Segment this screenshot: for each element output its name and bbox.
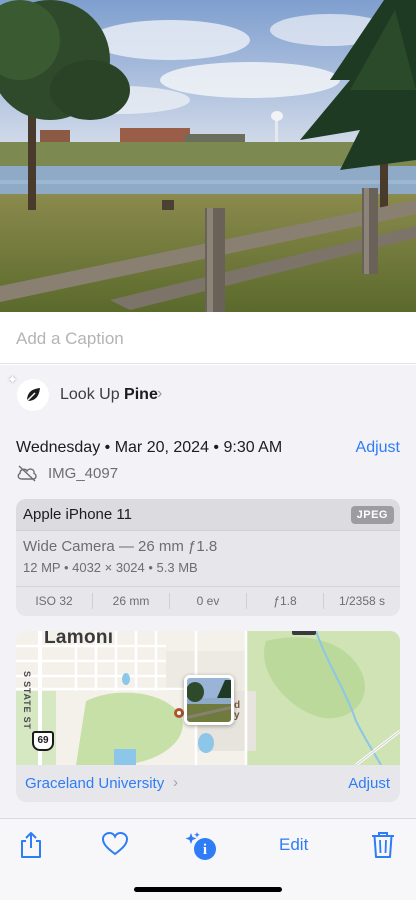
map-photo-pin[interactable] (184, 675, 234, 725)
leaf-icon (17, 379, 49, 411)
info-sparkle-icon: i (185, 832, 216, 860)
exif-aperture: ƒ1.8 (247, 593, 324, 609)
exif-row: ISO 32 26 mm 0 ev ƒ1.8 1/2358 s (16, 587, 400, 615)
adjust-location-button[interactable]: Adjust (348, 775, 390, 792)
location-map[interactable]: Lamoni S STATE ST 69 dy (16, 631, 400, 765)
file-name: IMG_4097 (48, 464, 119, 482)
info-button[interactable]: i (185, 831, 219, 861)
caption-input[interactable] (16, 326, 400, 352)
home-indicator (134, 887, 282, 892)
map-town-label: Lamoni (44, 631, 114, 648)
bottom-toolbar: i Edit (0, 818, 416, 900)
share-icon (21, 832, 41, 858)
look-up-button[interactable]: ✦ Look Up Pine › (0, 372, 416, 418)
look-up-label: Look Up Pine (60, 386, 158, 404)
cloud-slash-icon (16, 464, 38, 482)
map-poi-label: dy (234, 701, 240, 721)
image-specs: 12 MP • 4032 × 3024 • 5.3 MB (23, 560, 198, 575)
exif-focal-length: 26 mm (93, 593, 170, 609)
favorite-button[interactable] (101, 831, 129, 857)
device-header: Apple iPhone 11 JPEG (16, 499, 400, 531)
exif-exposure: 0 ev (170, 593, 247, 609)
location-link[interactable]: Graceland University (25, 775, 164, 792)
location-footer: Graceland University › Adjust (16, 765, 400, 802)
look-up-subject: Pine (124, 386, 158, 403)
location-card: Lamoni S STATE ST 69 dy Graceland Univer… (16, 631, 400, 802)
delete-button[interactable] (371, 831, 395, 859)
edit-button[interactable]: Edit (279, 835, 308, 855)
device-name: Apple iPhone 11 (23, 506, 132, 523)
look-up-prefix: Look Up (60, 386, 120, 403)
highway-shield: 69 (32, 731, 54, 751)
chevron-right-icon: › (173, 774, 178, 791)
file-info: IMG_4097 (16, 462, 118, 484)
caption-area (0, 312, 416, 364)
lens-description: Wide Camera — 26 mm ƒ1.8 (23, 538, 218, 555)
adjust-date-button[interactable]: Adjust (356, 439, 400, 457)
exif-shutter: 1/2358 s (338, 594, 386, 608)
trash-icon (372, 832, 394, 858)
svg-text:i: i (203, 842, 207, 858)
lens-info: Wide Camera — 26 mm ƒ1.8 12 MP • 4032 × … (16, 531, 400, 587)
heart-icon (101, 831, 129, 856)
chevron-right-icon: › (157, 385, 163, 402)
map-street-label: S STATE ST (22, 671, 32, 730)
photo-preview[interactable] (0, 0, 416, 312)
sparkle-icon: ✦ (7, 372, 18, 387)
share-button[interactable] (18, 831, 44, 859)
capture-date: Wednesday • Mar 20, 2024 • 9:30 AM (16, 439, 283, 456)
exif-iso: ISO 32 (16, 593, 93, 609)
format-badge: JPEG (350, 505, 394, 524)
map-poi-line-2: y (234, 710, 240, 721)
camera-info-card: Apple iPhone 11 JPEG Wide Camera — 26 mm… (16, 499, 400, 616)
landscape-photo (0, 0, 416, 312)
